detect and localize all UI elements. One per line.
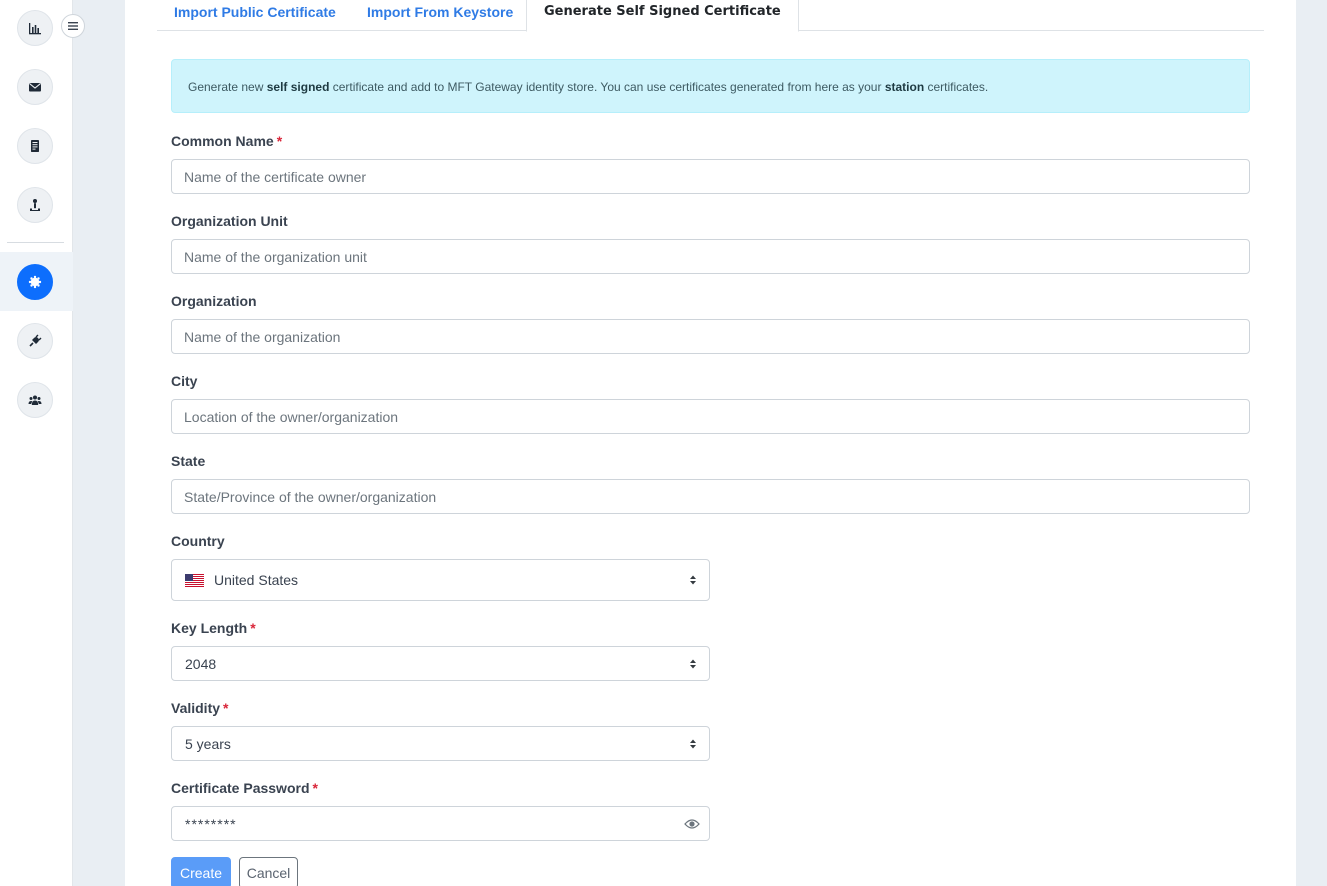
eye-icon[interactable] (684, 817, 700, 831)
certificate-password-input[interactable]: ******** (171, 806, 710, 841)
sidebar-item-connectors[interactable] (17, 323, 53, 359)
org-unit-input[interactable] (171, 239, 1250, 274)
sidebar-item-certificates[interactable] (17, 264, 53, 300)
sidebar-item-messages[interactable] (17, 69, 53, 105)
validity-label-text: Validity (171, 700, 221, 716)
password-value: ******** (185, 815, 237, 832)
users-icon (28, 395, 42, 405)
sidebar-toggle-button[interactable] (61, 14, 85, 38)
common-name-input[interactable] (171, 159, 1250, 194)
sidebar-item-users[interactable] (17, 382, 53, 418)
country-select[interactable]: United States (171, 559, 710, 601)
info-alert: Generate new self signed certificate and… (171, 59, 1250, 113)
validity-value: 5 years (185, 735, 231, 752)
envelope-icon (29, 83, 41, 92)
hamburger-icon (68, 22, 78, 30)
sidebar-item-stations[interactable] (17, 187, 53, 223)
tab-generate-self-signed[interactable]: Generate Self Signed Certificate (526, 0, 799, 32)
document-icon (31, 140, 39, 152)
sidebar-item-documents[interactable] (17, 128, 53, 164)
validity-select[interactable]: 5 years (171, 726, 710, 761)
country-value: United States (214, 572, 299, 588)
password-label-text: Certificate Password (171, 780, 310, 796)
key-length-value: 2048 (185, 655, 217, 672)
tab-import-from-keystore[interactable]: Import From Keystore (350, 0, 530, 31)
sort-caret-icon (690, 575, 696, 585)
create-button[interactable]: Create (171, 857, 231, 886)
cancel-button[interactable]: Cancel (239, 857, 298, 886)
state-label: State (171, 453, 206, 469)
plug-icon (29, 334, 42, 347)
certificate-card: Import Public Certificate Import From Ke… (125, 0, 1296, 886)
validity-label: Validity * (171, 700, 228, 716)
org-unit-label: Organization Unit (171, 213, 288, 229)
certificate-tabs: Import Public Certificate Import From Ke… (157, 0, 1264, 32)
alert-bold-2: station (884, 80, 925, 94)
sidebar-divider (7, 242, 64, 243)
person-upload-icon (30, 199, 40, 211)
sort-caret-icon (690, 659, 696, 668)
certificate-icon (28, 275, 42, 289)
country-label: Country (171, 533, 225, 549)
bar-chart-icon (29, 23, 41, 35)
state-input[interactable] (171, 479, 1250, 514)
organization-label: Organization (171, 293, 257, 309)
key-length-label: Key Length * (171, 620, 256, 636)
sidebar-item-dashboard[interactable] (17, 10, 53, 46)
alert-text-1: Generate new (188, 80, 267, 94)
us-flag-icon (185, 573, 204, 587)
password-label: Certificate Password * (171, 780, 318, 796)
required-marker: * (276, 133, 283, 149)
city-label: City (171, 373, 198, 389)
sort-caret-icon (690, 739, 696, 748)
required-marker: * (223, 700, 229, 716)
common-name-label: Common Name * (171, 133, 282, 149)
required-marker: * (250, 620, 256, 636)
organization-input[interactable] (171, 319, 1250, 354)
alert-text-3: certificates. (924, 80, 989, 94)
key-length-select[interactable]: 2048 (171, 646, 710, 681)
alert-text-2: certificate and add to MFT Gateway ident… (329, 80, 885, 94)
alert-bold-1: self signed (266, 80, 330, 94)
city-input[interactable] (171, 399, 1250, 434)
tab-import-public-certificate[interactable]: Import Public Certificate (157, 0, 353, 31)
required-marker: * (312, 780, 318, 796)
sidebar (0, 0, 73, 886)
key-length-label-text: Key Length (171, 620, 248, 636)
common-name-label-text: Common Name (171, 133, 274, 149)
